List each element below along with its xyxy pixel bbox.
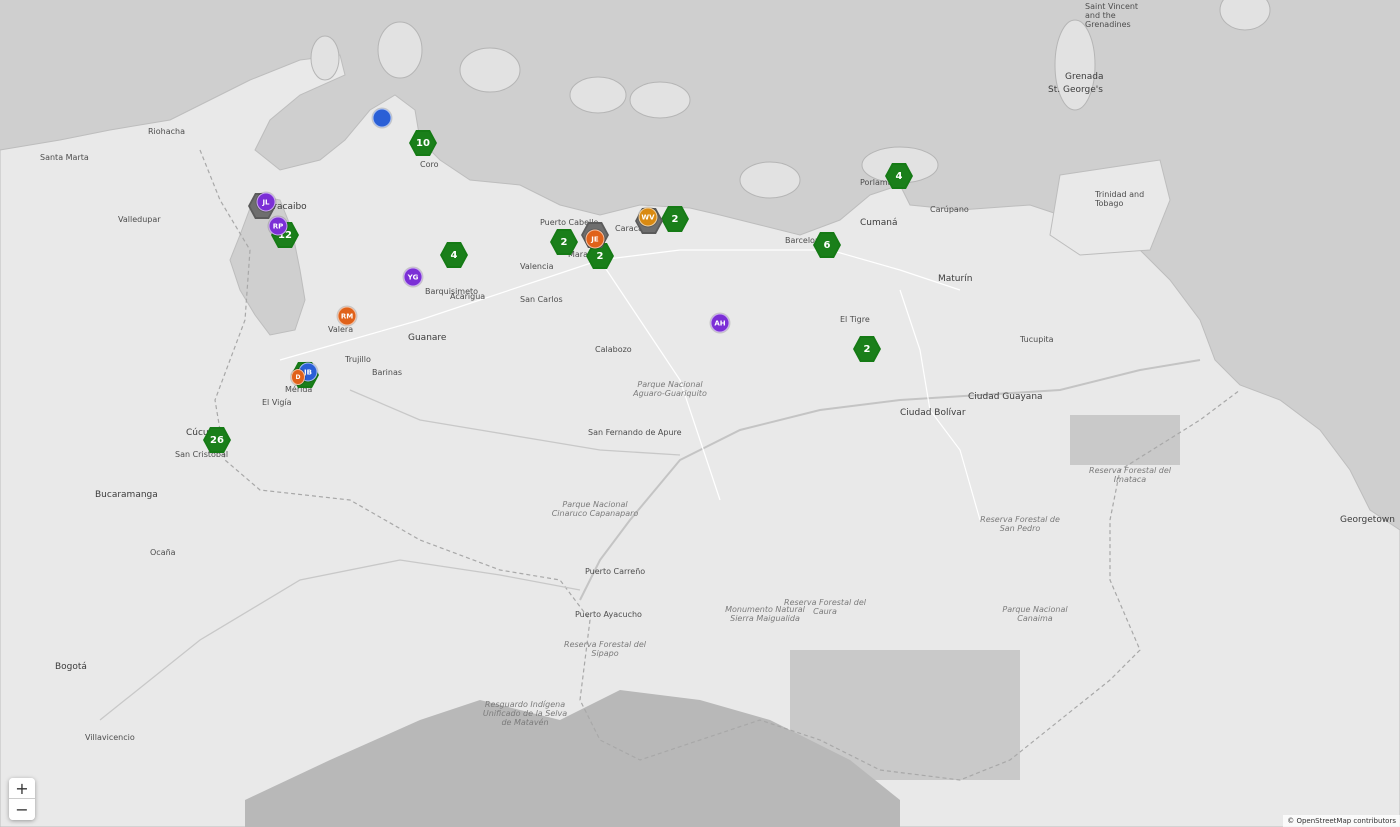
- cluster-marker[interactable]: 26: [203, 427, 231, 453]
- cluster-count: 2: [560, 236, 568, 248]
- cluster-count: 2: [671, 213, 679, 225]
- zoom-out-button[interactable]: −: [9, 799, 35, 820]
- cluster-count: 2: [863, 343, 871, 355]
- cluster-count: 4: [450, 249, 458, 261]
- person-avatar[interactable]: RP: [268, 216, 288, 236]
- cluster-marker[interactable]: 4: [440, 242, 468, 268]
- island-aruba: [310, 35, 340, 81]
- cluster-count: 26: [210, 434, 224, 446]
- island-bonaire: [459, 47, 521, 93]
- person-avatar[interactable]: JE: [585, 229, 605, 249]
- cluster-count: 6: [823, 239, 831, 251]
- cluster-marker[interactable]: 2: [661, 206, 689, 232]
- cluster-marker[interactable]: 4: [885, 163, 913, 189]
- island-curacao: [377, 21, 423, 79]
- person-avatar[interactable]: AH: [710, 313, 730, 333]
- island-orchila: [629, 81, 691, 119]
- person-avatar[interactable]: YG: [403, 267, 423, 287]
- person-avatar[interactable]: RM: [337, 306, 357, 326]
- person-avatar[interactable]: WV: [638, 207, 658, 227]
- basemap[interactable]: [0, 0, 1400, 827]
- person-avatar[interactable]: JL: [256, 192, 276, 212]
- island-tortuga: [739, 161, 801, 199]
- map-view[interactable]: Santa Marta Riohacha Valledupar Maracaib…: [0, 0, 1400, 827]
- map-attribution[interactable]: © OpenStreetMap contributors: [1283, 815, 1400, 827]
- reserve-patch: [1070, 415, 1180, 465]
- island-los-roques: [569, 76, 627, 114]
- island-grenada: [1054, 19, 1096, 111]
- cluster-marker[interactable]: 2: [853, 336, 881, 362]
- cluster-marker[interactable]: 6: [813, 232, 841, 258]
- cluster-marker[interactable]: 10: [409, 130, 437, 156]
- zoom-in-button[interactable]: +: [9, 778, 35, 799]
- cluster-marker[interactable]: 2: [550, 229, 578, 255]
- trinidad: [1049, 159, 1171, 256]
- zoom-control: + −: [9, 778, 35, 820]
- person-avatar[interactable]: [372, 108, 392, 128]
- cluster-count: 10: [416, 137, 430, 149]
- cluster-count: 4: [895, 170, 903, 182]
- person-avatar[interactable]: D: [291, 369, 305, 385]
